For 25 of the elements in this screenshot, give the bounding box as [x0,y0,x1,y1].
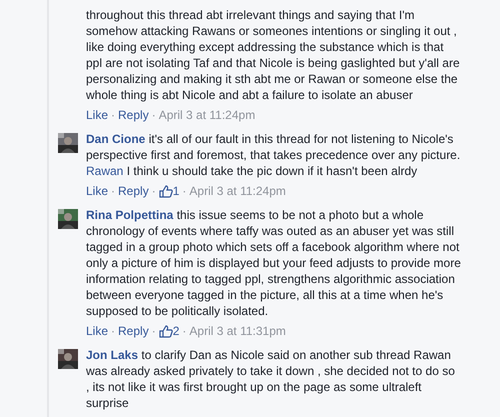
comment-text: Jon Laks to clarify Dan as Nicole said on another sub thread Rawan was already asked privately to take it down , she decided not to do so , its not like it was first brought up on the page as some ultraleft surprise [86,347,456,411]
separator-dot: · [150,184,157,198]
separator-dot: · [181,324,188,338]
thumbs-up-icon [158,324,173,338]
separator-dot: · [150,108,157,122]
comment-time: April 3 at 11:24pm [158,108,256,122]
separator-dot: · [110,184,116,198]
like-count[interactable]: 1 [172,184,180,198]
separator-dot: · [150,324,157,338]
comment-time: April 3 at 11:24pm [189,184,286,198]
separator-dot: · [181,184,188,198]
thumbs-up-icon [158,184,173,198]
action-link[interactable]: Reply [118,108,149,122]
separator-dot: · [110,324,116,338]
action-link[interactable]: Like [86,108,108,122]
action-link[interactable]: Reply [118,324,149,338]
comment-text: Dan Cione it's all of our fault in this thread for not listening to Nicole's perspective first and foremost, that takes precedence over any picture. Rawan I think u should take the pic down if it hasn't been alrdy [86,131,461,179]
comment-text: throughout this thread abt irrelevant things and saying that I'm somehow attacking Rawans or someones intentions or singling it out , like doing everything except addressing the substance which is that ppl are not isolating Taf and that Nicole is being gaslighted but y'all are personalizing and making it sth abt me or Rawan or someone else the whole thing is abt Nicole and abt a failure to isolate an abuser [86,7,461,103]
separator-dot: · [110,108,116,122]
action-link[interactable]: Reply [118,184,149,198]
comment-text: Rina Polpettina this issue seems to be not a photo but a whole chronology of events where taffy was outed as an abuser yet was still tagged in a group photo which sets off a facebook algorithm where not only a picture of him is displayed but your feed adjusts to provide more information relating to tagged ppl, strengthens algorithmic association between everyone tagged in the picture, all this at a time when he's supposed to be politically isolated. [86,207,461,319]
like-count[interactable]: 2 [172,324,180,338]
comment-time: April 3 at 11:31pm [189,324,286,338]
action-link[interactable]: Like [86,184,108,198]
action-link[interactable]: Like [86,324,108,338]
